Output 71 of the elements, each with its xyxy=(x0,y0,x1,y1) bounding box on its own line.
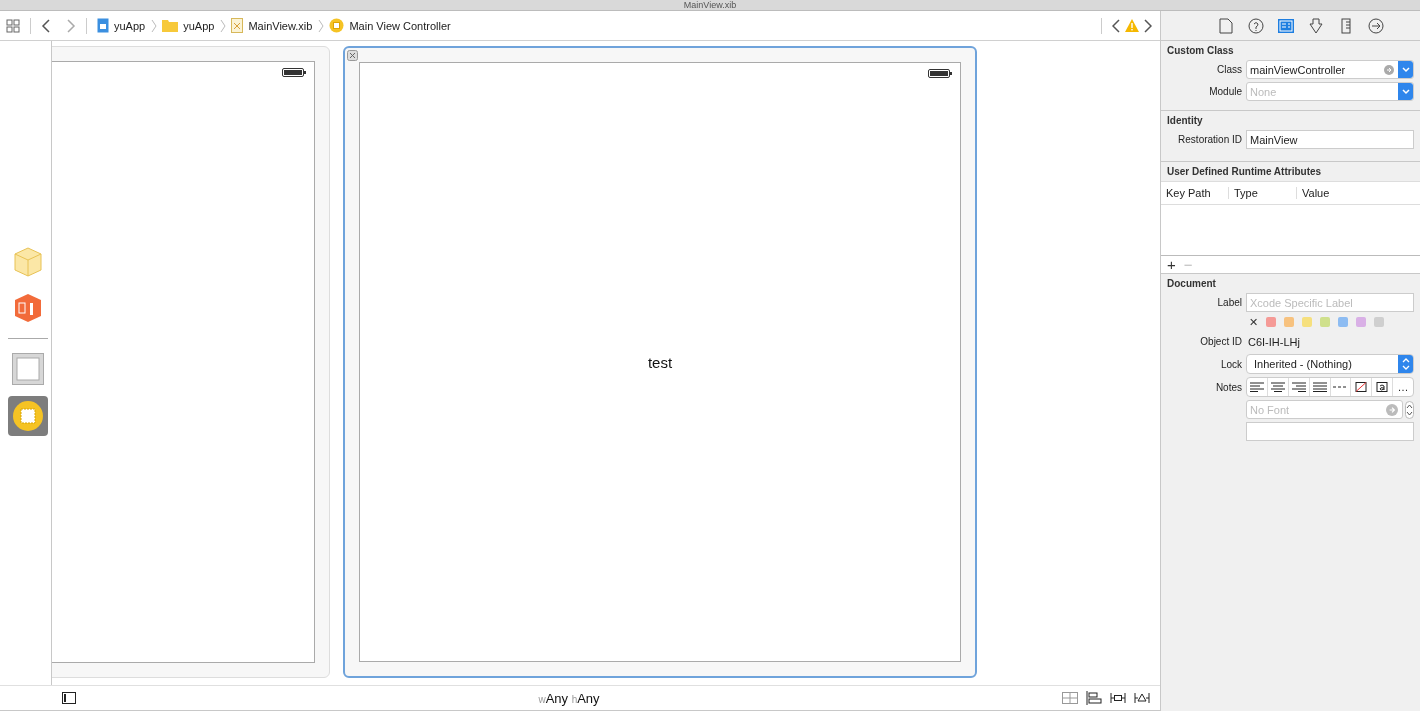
field-label: Restoration ID xyxy=(1177,134,1243,145)
field-label: Notes xyxy=(1214,381,1243,393)
battery-icon xyxy=(282,68,306,77)
column-header[interactable]: Type xyxy=(1229,187,1297,199)
controller-outline-item[interactable] xyxy=(7,395,48,436)
column-header[interactable]: Key Path xyxy=(1161,187,1229,199)
field-label: Object ID xyxy=(1199,336,1243,347)
updown-icon xyxy=(1401,358,1410,370)
breadcrumb-item[interactable]: yuApp xyxy=(183,19,215,32)
resolve-icon[interactable] xyxy=(1134,691,1150,705)
section-title: Identity xyxy=(1167,115,1204,126)
lock-popup-button[interactable]: Inherited - (Nothing) xyxy=(1246,354,1414,374)
breadcrumb-item[interactable]: yuApp xyxy=(114,19,146,32)
battery-icon xyxy=(928,69,952,78)
view-label: test xyxy=(647,353,673,371)
sidebar-toggle-icon[interactable] xyxy=(62,692,76,704)
section-title: User Defined Runtime Attributes xyxy=(1166,166,1323,177)
size-class-button[interactable]: wAny hAny xyxy=(538,690,600,706)
breadcrumb-item[interactable]: Main View Controller xyxy=(349,19,451,32)
stepper-icon[interactable] xyxy=(1405,400,1414,419)
column-header[interactable]: Value xyxy=(1297,187,1330,199)
section-title: Custom Class xyxy=(1167,45,1235,56)
label-color-swatch[interactable] xyxy=(1374,317,1384,327)
identity-inspector-tab[interactable] xyxy=(1277,17,1294,34)
section-title: Document xyxy=(1167,278,1217,289)
breadcrumb-item[interactable]: MainView.xib xyxy=(248,19,313,32)
restoration-id-field[interactable]: MainView xyxy=(1246,130,1414,149)
clear-label-button[interactable]: ✕ xyxy=(1249,315,1258,329)
previous-issue-icon[interactable] xyxy=(1112,18,1120,33)
chevron-down-icon[interactable] xyxy=(1401,88,1410,95)
close-icon[interactable] xyxy=(347,50,358,61)
arrow-circle-icon[interactable] xyxy=(1386,403,1398,416)
file-inspector-tab[interactable] xyxy=(1217,17,1234,34)
project-icon xyxy=(97,18,109,33)
grid-icon[interactable] xyxy=(6,18,20,33)
arrow-circle-icon[interactable] xyxy=(1384,64,1394,75)
left-tool-icon[interactable] xyxy=(1247,378,1268,396)
label-color-swatch[interactable] xyxy=(1356,317,1366,327)
scene-frame[interactable]: test xyxy=(343,46,977,678)
connections-inspector-tab[interactable] xyxy=(1367,17,1384,34)
label-color-swatch[interactable] xyxy=(1320,317,1330,327)
embed-icon[interactable] xyxy=(1062,692,1078,704)
next-issue-icon[interactable] xyxy=(1144,18,1152,33)
field-label: Module xyxy=(1208,86,1243,97)
more-button[interactable]: … xyxy=(1393,378,1413,396)
pin-icon[interactable] xyxy=(1110,691,1126,705)
label-color-swatch[interactable] xyxy=(1338,317,1348,327)
chevron-icon xyxy=(220,18,227,33)
chevron-down-icon[interactable] xyxy=(1401,66,1410,73)
object-id-value: C6I-IH-LHj xyxy=(1247,335,1300,348)
class-combo-box[interactable]: mainViewController xyxy=(1246,60,1414,79)
label-color-swatch[interactable] xyxy=(1284,317,1294,327)
field-label: Lock xyxy=(1219,358,1243,370)
folder-icon xyxy=(162,19,179,32)
text-field[interactable] xyxy=(1246,422,1414,441)
chevron-icon xyxy=(151,18,158,33)
field-label: Label xyxy=(1216,297,1243,308)
help-inspector-tab[interactable] xyxy=(1247,17,1264,34)
file-icon xyxy=(231,18,244,33)
attributes-inspector-tab[interactable] xyxy=(1307,17,1324,34)
label-field[interactable]: Xcode Specific Label xyxy=(1246,293,1414,312)
window-title: MainView.xib xyxy=(683,0,737,10)
label-color-swatch[interactable] xyxy=(1302,317,1312,327)
controller-icon xyxy=(329,18,345,33)
align-icon[interactable] xyxy=(1086,691,1102,705)
add-button[interactable]: + xyxy=(1167,257,1176,272)
chevron-icon xyxy=(318,18,325,33)
field-label: Class xyxy=(1216,64,1243,75)
forward-icon[interactable] xyxy=(66,18,76,33)
back-icon[interactable] xyxy=(41,18,51,33)
label-color-swatch[interactable] xyxy=(1266,317,1276,327)
